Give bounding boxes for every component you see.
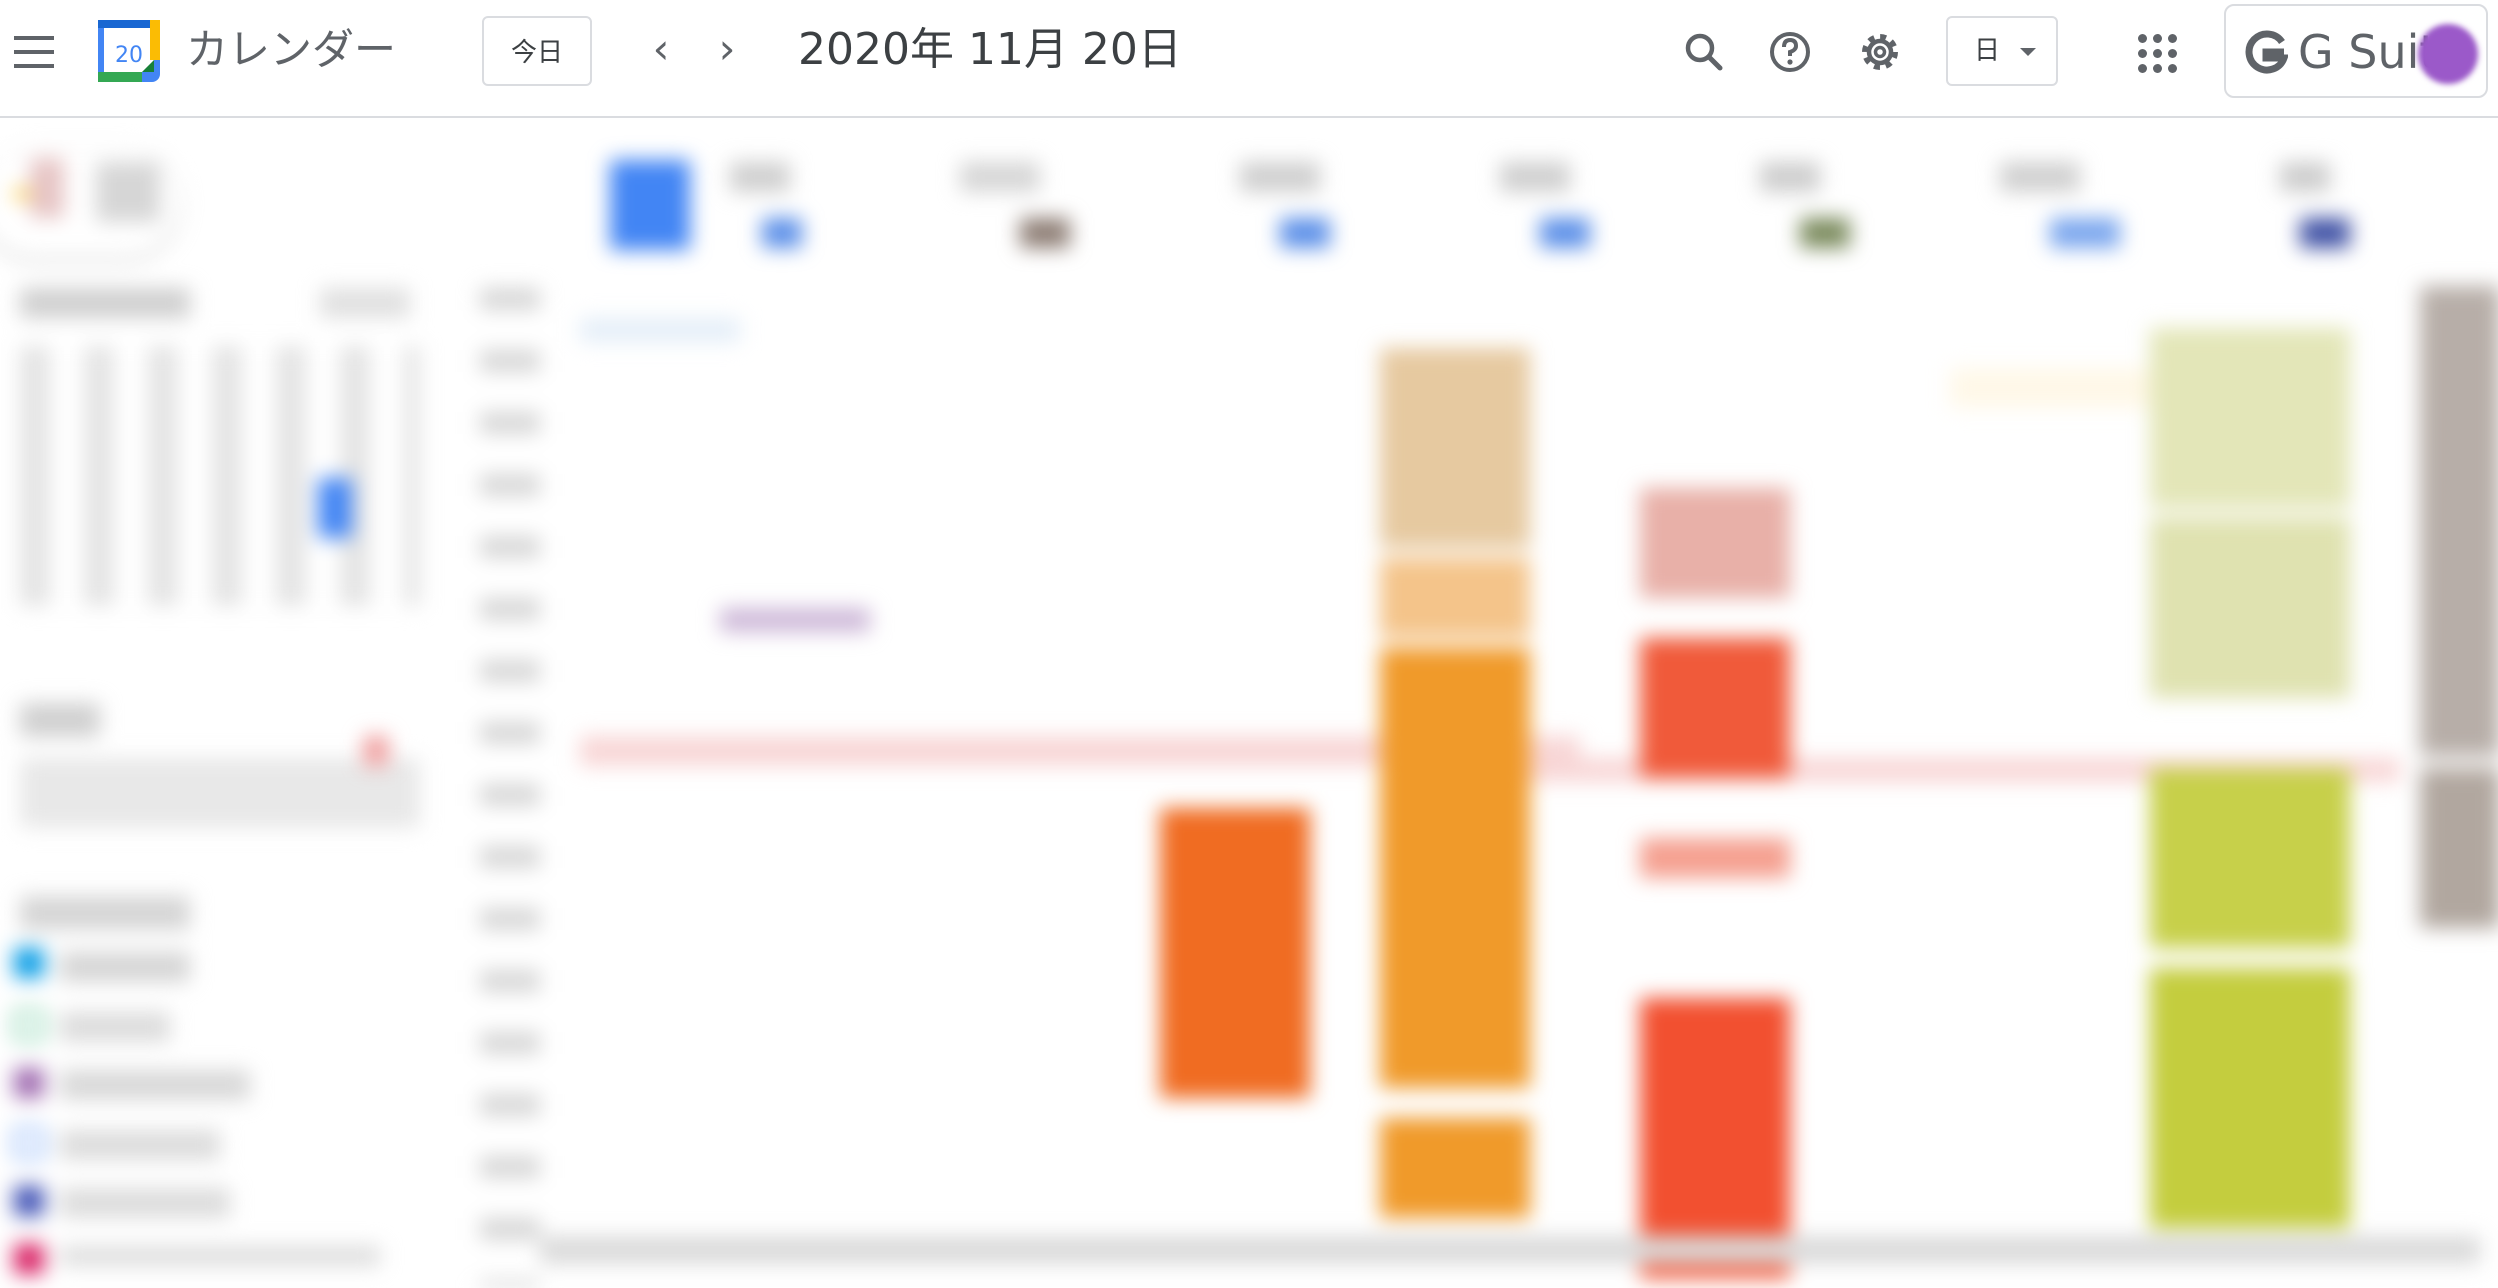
event-block[interactable] [1640,638,1790,778]
meet-with-label [20,703,100,737]
calendar-list-item[interactable] [60,1070,250,1100]
my-calendars-header[interactable] [20,896,190,930]
dropdown-caret-icon [2020,48,2036,56]
view-selector-label: 日 [1974,36,2001,66]
column-header-today[interactable] [610,160,690,250]
column-header-label [1500,162,1570,192]
mini-calendar-title [20,288,190,318]
column-header-label [2280,162,2330,192]
calendar-checkbox[interactable] [14,1068,44,1098]
svg-text:20: 20 [115,43,143,68]
help-icon[interactable] [1762,24,1818,80]
previous-button[interactable]: ‹ [636,26,686,76]
today-button[interactable]: 今日 [482,16,592,86]
event-block[interactable] [2150,328,2350,508]
calendar-list-item[interactable] [60,1130,220,1160]
column-header-label [730,162,790,192]
all-day-event[interactable] [580,318,740,342]
settings-icon[interactable] [1852,24,1908,80]
event-block[interactable] [1160,808,1310,1098]
search-people-input[interactable] [20,758,420,828]
event-block[interactable] [1380,558,1530,638]
calendar-logo[interactable]: 20 [96,18,162,84]
event-block[interactable] [1640,488,1790,598]
event-block[interactable] [1380,1118,1530,1218]
next-button[interactable]: › [702,26,752,76]
column-header-avatar[interactable] [1800,218,1850,248]
column-overflow [2420,286,2498,756]
mini-calendar-today[interactable] [318,478,352,538]
view-selector[interactable]: 日 [1946,16,2058,86]
column-header-avatar[interactable] [1540,218,1590,248]
avatar[interactable] [2418,24,2478,84]
g-logo-icon [2245,30,2288,74]
top-app-bar: 20 カレンダー 今日 ‹ › 2020年 11月 20日 日 G Suite [0,0,2498,118]
column-header-avatar[interactable] [1280,218,1330,248]
event-block[interactable] [2150,968,2350,1228]
current-date-title: 2020年 11月 20日 [798,24,1182,75]
column-header-label [960,162,1040,192]
event-block[interactable] [1950,368,2150,408]
calendar-list-item[interactable] [60,952,190,982]
column-header-avatar[interactable] [2050,218,2120,248]
calendar-checkbox[interactable] [14,948,44,978]
event-block[interactable] [1380,648,1530,1088]
calendar-checkbox[interactable] [14,1128,44,1158]
column-header-label [2000,162,2080,192]
event-block[interactable] [720,608,870,632]
gsuite-account-button[interactable]: G Suite [2224,4,2488,98]
event-block[interactable] [2420,768,2498,928]
sidebar [0,118,460,1274]
event-block[interactable] [2150,768,2350,948]
calendar-checkbox[interactable] [14,1186,44,1216]
mini-calendar-grid[interactable] [20,346,420,606]
calendar-list-item[interactable] [60,1012,170,1042]
calendar-list-item[interactable] [60,1246,380,1266]
calendar-checkbox[interactable] [14,1010,44,1040]
column-header-avatar[interactable] [2300,218,2350,248]
apps-grid-icon[interactable] [2138,34,2178,74]
event-block[interactable] [2150,518,2350,698]
day-view-grid [364,118,2498,1288]
create-label [96,162,160,222]
app-title: カレンダー [186,25,397,74]
calendar-checkbox[interactable] [14,1244,44,1274]
create-icon-part [30,158,64,218]
current-time-dot [364,736,388,766]
search-icon[interactable] [1676,24,1732,80]
column-header-avatar[interactable] [762,218,802,248]
horizontal-scrollbar[interactable] [540,1236,2480,1264]
column-header-label [1240,162,1320,192]
event-block[interactable] [1640,838,1790,878]
calendar-list-item[interactable] [60,1188,230,1218]
menu-icon[interactable] [14,34,54,70]
column-header-avatar[interactable] [1020,218,1070,248]
event-block[interactable] [1380,348,1530,548]
mini-calendar-nav[interactable] [320,288,410,318]
time-labels [480,288,540,1288]
column-header-label [1760,162,1820,192]
